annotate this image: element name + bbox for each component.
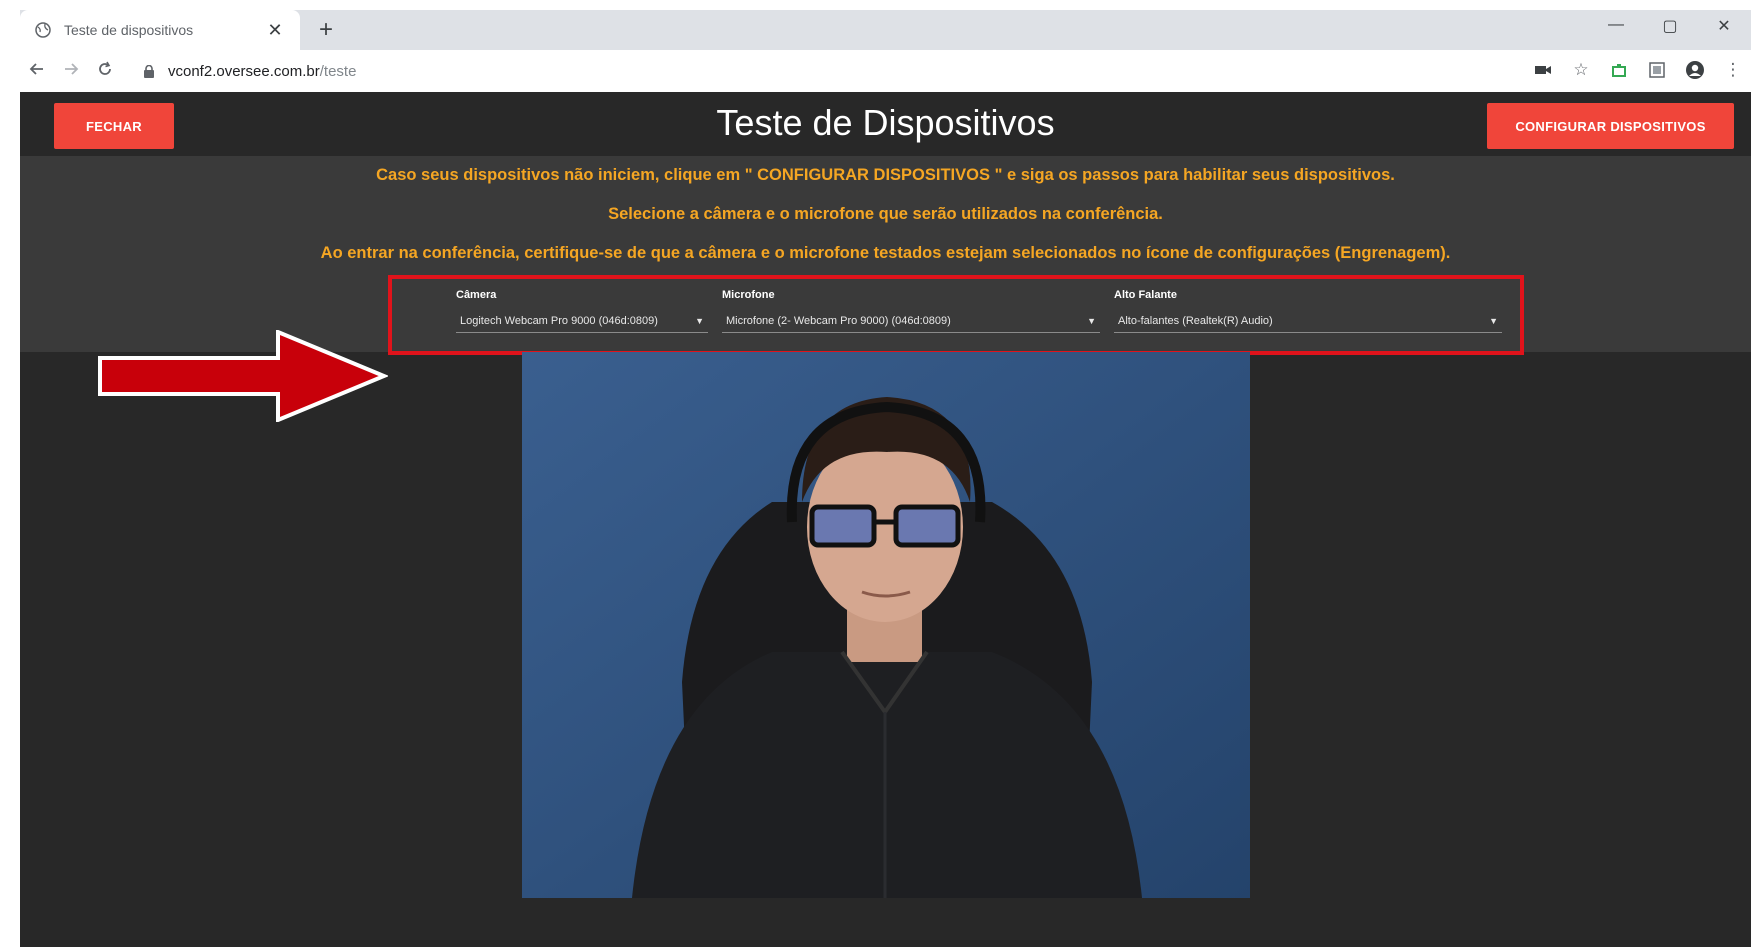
tab-active[interactable]: Teste de dispositivos ✕ (20, 10, 300, 50)
instruction-line: Ao entrar na conferência, certifique-se … (320, 244, 1451, 262)
minimize-button[interactable]: — (1589, 16, 1643, 36)
menu-icon[interactable]: ⋮ (1721, 58, 1745, 82)
close-window-button[interactable]: ✕ (1697, 16, 1751, 36)
dropdown-caret-icon: ▼ (1489, 315, 1498, 326)
extension-icon[interactable] (1607, 58, 1631, 82)
app-content: FECHAR Teste de Dispositivos CONFIGURAR … (20, 92, 1751, 947)
configure-devices-button[interactable]: CONFIGURAR DISPOSITIVOS (1487, 103, 1734, 149)
browser-window: Teste de dispositivos ✕ + — ▢ ✕ vconf2.o… (20, 0, 1751, 947)
instruction-line: Caso seus dispositivos não iniciem, cliq… (376, 166, 1395, 184)
camera-select[interactable]: Logitech Webcam Pro 9000 (046d:0809) ▼ (456, 309, 708, 333)
camera-preview-image (522, 352, 1250, 898)
camera-select-value: Logitech Webcam Pro 9000 (046d:0809) (460, 314, 658, 327)
camera-indicator-icon[interactable] (1531, 58, 1555, 82)
camera-preview (522, 352, 1250, 898)
device-selectors-highlight: Câmera Logitech Webcam Pro 9000 (046d:08… (388, 275, 1524, 355)
microphone-label: Microfone (722, 289, 775, 301)
back-arrow-icon[interactable] (20, 61, 54, 82)
dropdown-caret-icon: ▼ (695, 315, 704, 326)
url-path: /teste (319, 62, 357, 80)
url-host: vconf2.oversee.com.br (168, 62, 320, 80)
camera-label: Câmera (456, 289, 497, 301)
speaker-field: Alto Falante Alto-falantes (Realtek(R) A… (1114, 289, 1502, 333)
speaker-label: Alto Falante (1114, 289, 1177, 301)
browser-toolbar: vconf2.oversee.com.br/teste ☆ ⋮ (20, 50, 1751, 92)
info-panel: Caso seus dispositivos não iniciem, cliq… (20, 156, 1751, 422)
profile-icon[interactable] (1683, 58, 1707, 82)
reload-icon[interactable] (88, 61, 122, 82)
instruction-line: Selecione a câmera e o microfone que ser… (608, 205, 1163, 223)
extension-2-icon[interactable] (1645, 58, 1669, 82)
app-header: FECHAR Teste de Dispositivos CONFIGURAR … (20, 92, 1751, 156)
camera-field: Câmera Logitech Webcam Pro 9000 (046d:08… (456, 289, 708, 333)
restore-button[interactable]: ▢ (1643, 16, 1697, 36)
microphone-select-value: Microfone (2- Webcam Pro 9000) (046d:080… (726, 314, 951, 327)
speaker-select-value: Alto-falantes (Realtek(R) Audio) (1118, 314, 1273, 327)
window-controls: — ▢ ✕ (1589, 16, 1751, 36)
address-bar[interactable]: vconf2.oversee.com.br/teste (132, 56, 1482, 86)
tab-strip: Teste de dispositivos ✕ + — ▢ ✕ (20, 10, 1751, 50)
globe-icon (34, 21, 52, 39)
star-icon[interactable]: ☆ (1569, 58, 1593, 82)
forward-arrow-icon[interactable] (54, 61, 88, 82)
new-tab-button[interactable]: + (312, 16, 340, 44)
microphone-field: Microfone Microfone (2- Webcam Pro 9000)… (722, 289, 1100, 333)
tab-close-icon[interactable]: ✕ (264, 20, 286, 41)
red-arrow-icon (98, 330, 388, 422)
microphone-select[interactable]: Microfone (2- Webcam Pro 9000) (046d:080… (722, 309, 1100, 333)
tab-title: Teste de dispositivos (64, 22, 194, 38)
dropdown-caret-icon: ▼ (1087, 315, 1096, 326)
lock-icon (144, 64, 158, 78)
speaker-select[interactable]: Alto-falantes (Realtek(R) Audio) ▼ (1114, 309, 1502, 333)
toolbar-actions: ☆ ⋮ (1531, 58, 1745, 82)
